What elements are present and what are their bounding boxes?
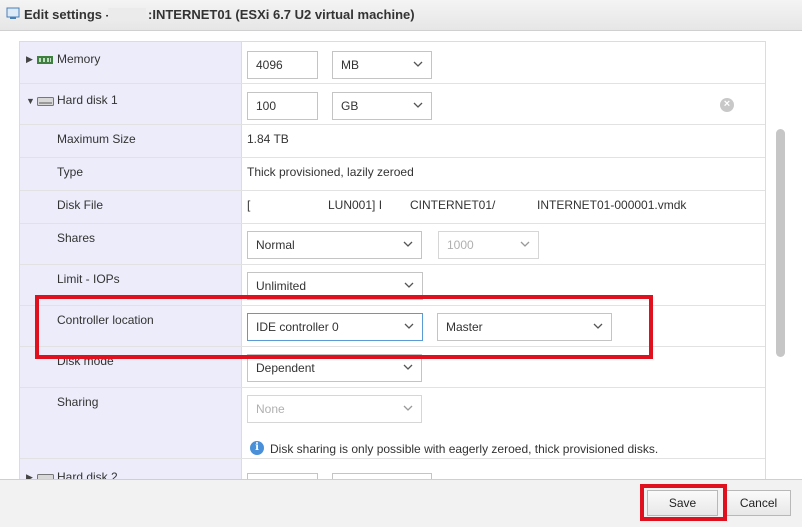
- shares-number-value: 1000: [447, 238, 474, 252]
- disk-file-part-3: CINTERNET01/: [410, 198, 496, 212]
- cancel-button[interactable]: Cancel: [726, 490, 791, 516]
- memory-label: Memory: [57, 52, 101, 66]
- max-size-label: Maximum Size: [57, 132, 136, 146]
- disk-mode-value: Dependent: [256, 361, 315, 375]
- vertical-scrollbar[interactable]: [776, 129, 785, 357]
- chevron-down-icon: [404, 282, 414, 288]
- chevron-down-icon: [403, 241, 413, 247]
- redacted-text: [108, 8, 146, 21]
- memory-unit-select[interactable]: MB: [332, 51, 432, 79]
- expand-arrow-icon[interactable]: ▶: [26, 54, 33, 65]
- disk-file-part-2: LUN001] I: [328, 198, 383, 212]
- info-icon: i: [250, 441, 264, 455]
- max-size-row: Maximum Size 1.84 TB: [20, 124, 765, 158]
- settings-scroll-area[interactable]: ▶ Memory 4096 MB ▼ Hard disk 1 100 GB Ma…: [0, 31, 802, 479]
- max-size-value: 1.84 TB: [247, 132, 289, 146]
- hard-disk-1-label: Hard disk 1: [57, 93, 118, 107]
- dialog-titlebar: Edit settings - :INTERNET01 (ESXi 6.7 U2…: [0, 0, 802, 31]
- hardware-table: ▶ Memory 4096 MB ▼ Hard disk 1 100 GB Ma…: [19, 41, 766, 479]
- memory-chip-icon: [37, 56, 53, 64]
- sharing-select: None: [247, 395, 422, 423]
- shares-label: Shares: [57, 231, 96, 245]
- sharing-label: Sharing: [57, 395, 99, 409]
- chevron-down-icon: [413, 102, 423, 108]
- memory-input[interactable]: 4096: [247, 51, 318, 79]
- shares-select[interactable]: Normal: [247, 231, 422, 259]
- dialog-title: :INTERNET01 (ESXi 6.7 U2 virtual machine…: [148, 7, 415, 22]
- sharing-value: None: [256, 402, 285, 416]
- memory-row: ▶ Memory 4096 MB: [20, 42, 765, 84]
- shares-row: Shares Normal 1000: [20, 223, 765, 265]
- disk-file-row: Disk File [ LUN001] I CINTERNET01/ INTER…: [20, 190, 765, 224]
- disk-file-label: Disk File: [57, 198, 104, 212]
- hard-disk-2-label: Hard disk 2: [57, 470, 118, 479]
- hard-disk-1-unit-value: GB: [341, 99, 359, 113]
- type-value: Thick provisioned, lazily zeroed: [247, 165, 414, 179]
- type-label: Type: [57, 165, 84, 179]
- remove-icon[interactable]: ×: [720, 98, 734, 112]
- disk-file-part-1: [: [247, 198, 251, 212]
- dialog-title-prefix: Edit settings -: [24, 7, 110, 22]
- type-row: Type Thick provisioned, lazily zeroed: [20, 157, 765, 191]
- expand-arrow-icon[interactable]: ▶: [26, 472, 33, 479]
- hard-disk-2-row: ▶ Hard disk 2: [20, 465, 765, 479]
- hard-disk-1-size-input[interactable]: 100: [247, 92, 318, 120]
- chevron-down-icon: [403, 405, 413, 411]
- shares-value: Normal: [256, 238, 295, 252]
- vm-settings-icon: [6, 7, 20, 19]
- chevron-down-icon: [413, 61, 423, 67]
- disk-file-part-4: INTERNET01-000001.vmdk: [537, 198, 687, 212]
- limit-iops-value: Unlimited: [256, 279, 307, 293]
- hard-disk-icon: [37, 97, 54, 106]
- chevron-down-icon: [403, 364, 413, 370]
- chevron-down-icon: [520, 241, 530, 247]
- controller-highlight-box: [35, 295, 653, 359]
- hard-disk-1-row: ▼ Hard disk 1 100 GB: [20, 83, 765, 125]
- save-highlight-box: [640, 484, 727, 521]
- sharing-info-text: Disk sharing is only possible with eager…: [270, 442, 659, 456]
- collapse-arrow-icon[interactable]: ▼: [26, 96, 35, 106]
- memory-unit-value: MB: [341, 58, 359, 72]
- shares-number-select: 1000: [438, 231, 539, 259]
- limit-iops-label: Limit - IOPs: [57, 272, 120, 286]
- hard-disk-1-unit-select[interactable]: GB: [332, 92, 432, 120]
